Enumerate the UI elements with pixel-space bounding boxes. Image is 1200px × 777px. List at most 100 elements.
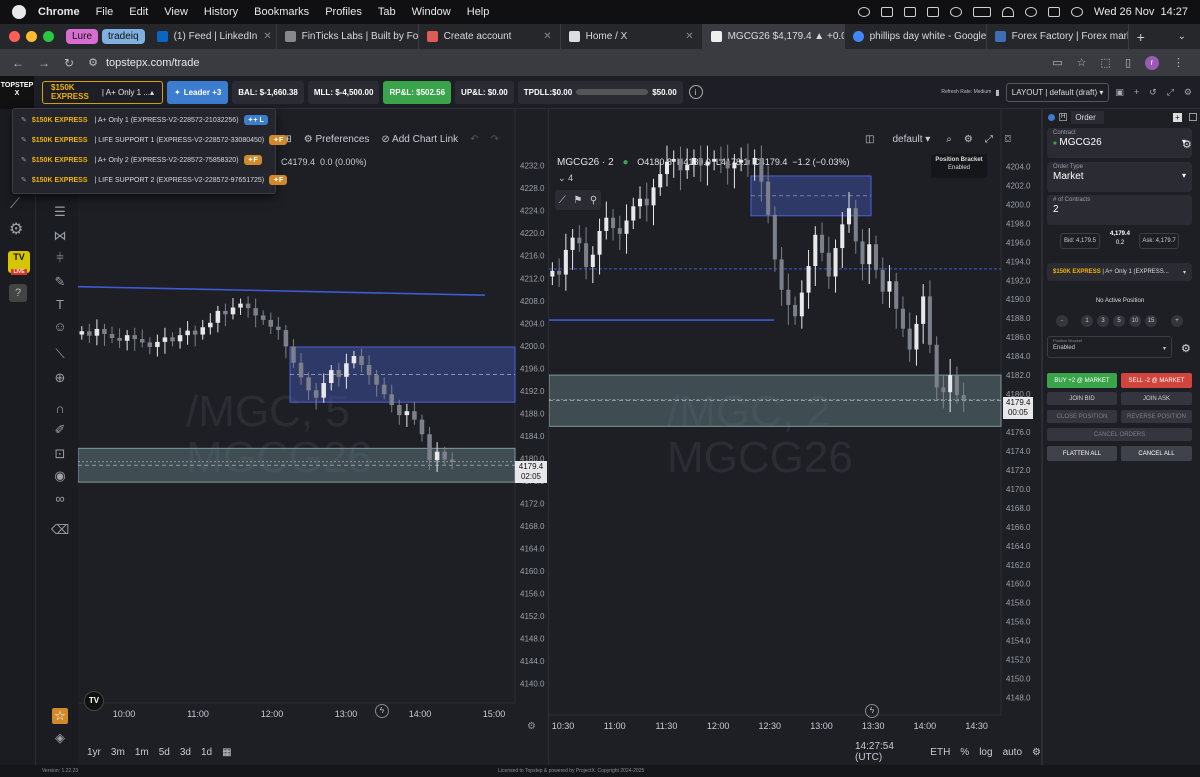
qty-1-button[interactable]: 1	[1081, 315, 1093, 327]
account-option-3[interactable]: ✎ $150K EXPRESS | A+ Only 2 (EXPRESS-V2-…	[21, 151, 262, 169]
save-icon[interactable]: ▣	[1115, 87, 1124, 98]
tab-forex-factory[interactable]: Forex Factory | Forex marke✕	[987, 24, 1129, 49]
info-icon[interactable]: i	[688, 85, 703, 99]
edit-pencil-icon[interactable]: ✎	[21, 156, 27, 164]
sell-market-button[interactable]: SELL -2 @ MARKET	[1121, 373, 1192, 388]
search-icon[interactable]	[1025, 7, 1038, 17]
favorites-star-icon[interactable]: ☆	[52, 708, 68, 724]
percent-scale-toggle[interactable]: %	[960, 747, 969, 758]
chrome-menu-icon[interactable]: ⋮	[1173, 56, 1184, 69]
bid-box[interactable]: Bid: 4,179.5	[1060, 233, 1100, 249]
chart-line-icon[interactable]: ⟋	[10, 195, 20, 212]
apple-icon[interactable]	[12, 5, 26, 19]
menu-view[interactable]: View	[164, 6, 188, 18]
order-account-selector[interactable]: $150K EXPRESS | A+ Only 1 (EXPRESS... ▾	[1047, 263, 1192, 281]
range-1yr[interactable]: 1yr	[87, 747, 101, 758]
account-selector[interactable]: $150K EXPRESS | A+ Only 1 ... ▴	[42, 80, 163, 104]
profile-avatar[interactable]: r	[1145, 55, 1159, 70]
auto-scale-toggle[interactable]: auto	[1003, 747, 1022, 758]
qty-5-button[interactable]: 5	[1113, 315, 1125, 327]
menu-history[interactable]: History	[204, 6, 238, 18]
close-tab-icon[interactable]: ✕	[543, 31, 551, 42]
layout-selector[interactable]: LAYOUT | default (draft) ▾	[1005, 82, 1110, 102]
range-5d[interactable]: 5d	[159, 747, 170, 758]
cast-icon[interactable]: ▭	[1052, 56, 1062, 69]
new-tab-button[interactable]: +	[1137, 29, 1145, 45]
close-tab-icon[interactable]: ✕	[263, 31, 271, 42]
brush-icon[interactable]: ✎	[52, 274, 68, 290]
sidebar-icon[interactable]: ▯	[1125, 56, 1131, 69]
tab-linkedin[interactable]: (1) Feed | LinkedIn ✕	[149, 24, 277, 49]
help-icon[interactable]: ?	[9, 284, 27, 302]
menu-help[interactable]: Help	[467, 6, 490, 18]
panel-window-icon[interactable]	[1189, 113, 1197, 121]
bracket-settings-icon[interactable]: ⚙	[1181, 342, 1191, 355]
link-icon[interactable]: ∞	[52, 490, 68, 506]
battery-icon[interactable]	[973, 7, 992, 17]
zoom-in-icon[interactable]: ⊕	[52, 370, 68, 386]
url-field[interactable]: topstepx.com/trade	[106, 57, 200, 69]
add-icon[interactable]: +	[1134, 87, 1139, 98]
edit-pencil-icon[interactable]: ✎	[21, 136, 27, 144]
ask-box[interactable]: Ask: 4,179.7	[1139, 233, 1179, 249]
horizontal-lines-icon[interactable]: ☰	[52, 204, 68, 220]
layers-icon[interactable]: ◈	[52, 730, 68, 746]
contract-settings-icon[interactable]: ⚙	[1182, 138, 1192, 151]
range-3m[interactable]: 3m	[111, 747, 125, 758]
channel-icon[interactable]: ⫩	[52, 250, 68, 266]
notion-icon[interactable]	[927, 7, 940, 17]
session-eth[interactable]: ETH	[930, 747, 950, 758]
cancel-all-button[interactable]: CANCEL ALL	[1121, 446, 1192, 461]
menu-tab[interactable]: Tab	[378, 6, 396, 18]
camera-icon[interactable]	[904, 7, 917, 17]
range-3d[interactable]: 3d	[180, 747, 191, 758]
contract-field[interactable]: Contract ■ MGCG26 ▾	[1047, 128, 1192, 158]
ruler-icon[interactable]: ⟍	[52, 346, 68, 362]
tab-mgcg26[interactable]: MGCG26 $4,179.4 ▲ +0.05✕	[702, 24, 845, 49]
eye-icon[interactable]: ◉	[52, 468, 68, 484]
tab-x[interactable]: Home / X ✕	[561, 24, 703, 49]
bookmark-star-icon[interactable]: ☆	[1077, 56, 1087, 69]
play-icon[interactable]	[950, 7, 963, 17]
qty-3-button[interactable]: 3	[1097, 315, 1109, 327]
join-bid-button[interactable]: JOIN BID	[1047, 392, 1117, 405]
tab-group-tradeiq[interactable]: tradeiq	[102, 29, 145, 44]
fullscreen-icon[interactable]: ⤢	[1167, 87, 1174, 98]
pencil-lock-icon[interactable]: ✐	[52, 422, 68, 438]
minimize-window-icon[interactable]	[26, 31, 37, 42]
refresh-rate[interactable]: Refresh Rate: Medium ▮	[941, 88, 999, 97]
account-option-2[interactable]: ✎ $150K EXPRESS | LIFE SUPPORT 1 (EXPRES…	[21, 131, 288, 149]
menu-profiles[interactable]: Profiles	[325, 6, 362, 18]
tab-search-icon[interactable]: ⌄	[1178, 31, 1186, 42]
menu-bookmarks[interactable]: Bookmarks	[254, 6, 309, 18]
account-option-4[interactable]: ✎ $150K EXPRESS | LIFE SUPPORT 2 (EXPRES…	[21, 171, 288, 189]
edit-pencil-icon[interactable]: ✎	[21, 116, 27, 124]
order-tab[interactable]: Order	[1071, 110, 1104, 124]
extensions-icon[interactable]: ⬚	[1101, 56, 1111, 69]
screen-record-icon[interactable]	[881, 7, 894, 17]
back-icon[interactable]: ←	[12, 56, 24, 70]
tab-create-account[interactable]: Create account ✕	[419, 24, 561, 49]
flatten-all-button[interactable]: FLATTEN ALL	[1047, 446, 1117, 461]
tab-group-lure[interactable]: Lure	[66, 29, 99, 44]
reverse-position-button[interactable]: REVERSE POSITION	[1121, 410, 1192, 423]
qty-plus-button[interactable]: +	[1171, 315, 1183, 327]
trash-icon[interactable]: ⌫	[51, 522, 69, 538]
maximize-window-icon[interactable]	[43, 31, 54, 42]
text-icon[interactable]: T	[52, 296, 68, 312]
range-1m[interactable]: 1m	[135, 747, 149, 758]
edit-pencil-icon[interactable]: ✎	[21, 176, 27, 184]
undo-icon[interactable]: ↺	[1149, 87, 1157, 98]
axis-settings-icon[interactable]: ⚙	[527, 721, 536, 732]
site-info-icon[interactable]: ⚙	[88, 56, 98, 69]
qty-15-button[interactable]: 15	[1145, 315, 1157, 327]
order-type-field[interactable]: Order Type Market ▾	[1047, 162, 1192, 192]
join-ask-button[interactable]: JOIN ASK	[1121, 392, 1192, 405]
menubar-clock[interactable]: Wed 26 Nov 14:27	[1094, 6, 1188, 18]
lock-icon[interactable]: ⊡	[52, 446, 68, 462]
close-position-button[interactable]: CLOSE POSITION	[1047, 410, 1117, 423]
account-option-1[interactable]: ✎ $150K EXPRESS | A+ Only 1 (EXPRESS-V2-…	[21, 111, 268, 129]
candlestick-chart-left[interactable]: 4140.0 4144.0 4148.0 4152.0 4156.0 4160.0 4164…	[78, 109, 548, 765]
lightning-icon-right[interactable]: ϟ	[865, 704, 879, 718]
buy-market-button[interactable]: BUY +2 @ MARKET	[1047, 373, 1117, 388]
